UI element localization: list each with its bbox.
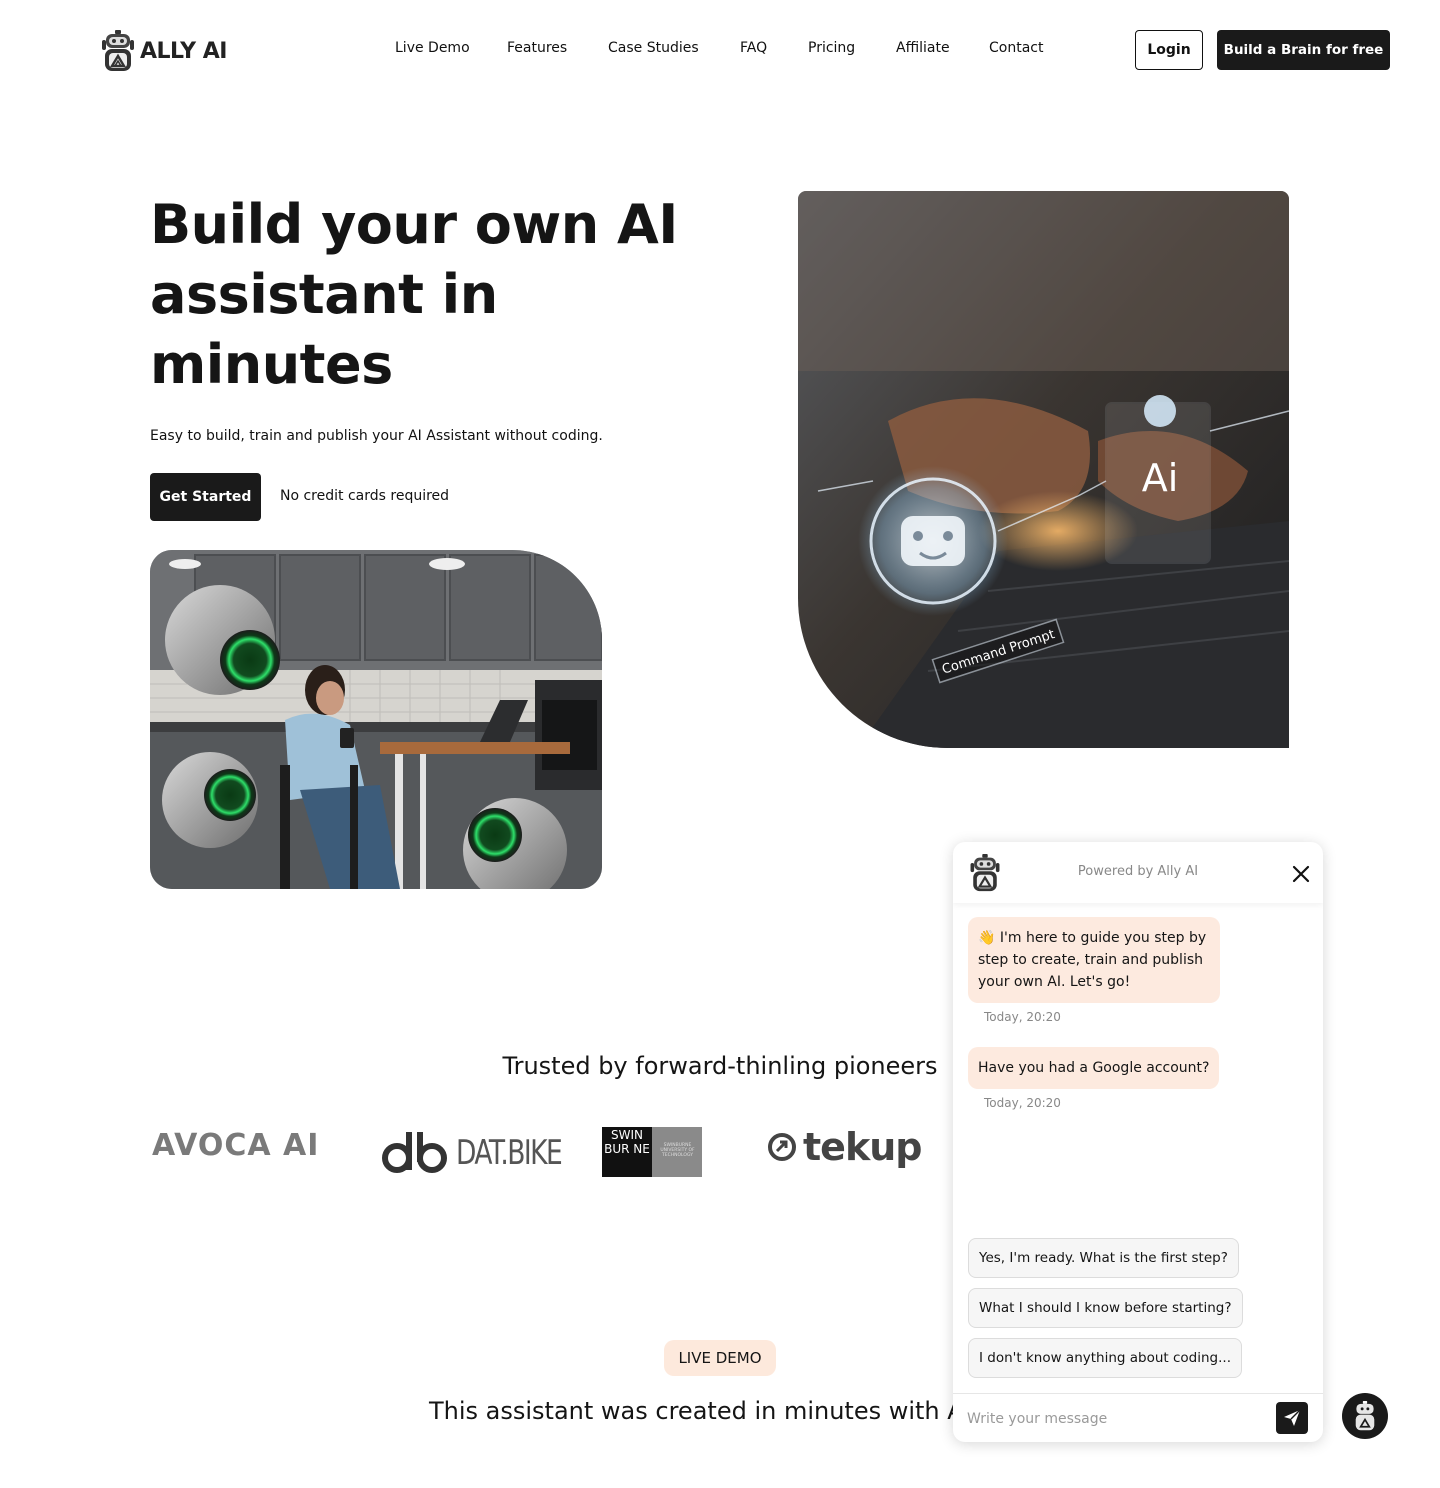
hero-title: Build your own AI assistant in minutes bbox=[150, 193, 678, 396]
chat-header: Powered by Ally AI bbox=[953, 842, 1323, 903]
partner-avoca-name: AVOCA AI bbox=[152, 1128, 320, 1163]
chat-widget: Powered by Ally AI 👋 I'm here to guide y… bbox=[953, 842, 1323, 1442]
chat-suggestion-button[interactable]: Yes, I'm ready. What is the first step? bbox=[968, 1238, 1239, 1278]
hero-kitchen-image bbox=[150, 550, 602, 889]
tekup-mark-icon bbox=[768, 1133, 796, 1161]
chat-message-time: Today, 20:20 bbox=[984, 1096, 1061, 1110]
live-demo-badge: LIVE DEMO bbox=[664, 1340, 776, 1376]
nav-faq[interactable]: FAQ bbox=[740, 40, 767, 56]
login-button[interactable]: Login bbox=[1135, 30, 1203, 70]
partner-logo-swinburne: SWIN BUR NE SWINBURNE UNIVERSITY OF TECH… bbox=[602, 1127, 702, 1177]
chat-powered-by: Powered by Ally AI bbox=[1077, 864, 1199, 879]
hero-subtitle: Easy to build, train and publish your AI… bbox=[150, 428, 603, 444]
send-button[interactable] bbox=[1276, 1402, 1308, 1434]
build-brain-button[interactable]: Build a Brain for free bbox=[1217, 30, 1390, 70]
partner-logo-avoca: AVOCA AI bbox=[152, 1128, 319, 1163]
nav-live-demo[interactable]: Live Demo bbox=[395, 40, 470, 56]
chat-bot-message: 👋 I'm here to guide you step by step to … bbox=[968, 917, 1220, 1003]
chat-suggestion-button[interactable]: What I should I know before starting? bbox=[968, 1288, 1243, 1328]
nav-affiliate[interactable]: Affiliate bbox=[896, 40, 950, 56]
robot-launcher-icon bbox=[1355, 1401, 1375, 1431]
send-icon bbox=[1284, 1409, 1301, 1426]
partner-datbike-name: DAT.BIKE bbox=[456, 1133, 563, 1173]
partner-swinburne-name: SWIN BUR NE bbox=[602, 1127, 652, 1177]
close-icon[interactable] bbox=[1291, 864, 1311, 884]
nav-contact[interactable]: Contact bbox=[989, 40, 1043, 56]
chat-bot-message: Have you had a Google account? bbox=[968, 1047, 1220, 1089]
hero-ai-laptop-image: Ai Command Prompt bbox=[798, 191, 1289, 748]
chat-launcher-button[interactable] bbox=[1342, 1393, 1388, 1439]
chat-suggestion-button[interactable]: I don't know anything about coding... bbox=[968, 1338, 1242, 1378]
svg-text:Ai: Ai bbox=[1142, 456, 1179, 500]
partner-logo-tekup: tekup bbox=[767, 1125, 922, 1169]
get-started-button[interactable]: Get Started bbox=[150, 473, 261, 521]
partner-swinburne-subtext: SWINBURNE UNIVERSITY OF TECHNOLOGY bbox=[652, 1127, 702, 1177]
partner-tekup-name: tekup bbox=[803, 1125, 922, 1169]
nav-pricing[interactable]: Pricing bbox=[808, 40, 855, 56]
nav-features[interactable]: Features bbox=[507, 40, 567, 56]
chat-message-time: Today, 20:20 bbox=[984, 1010, 1061, 1024]
no-credit-card-note: No credit cards required bbox=[280, 488, 450, 504]
live-demo-subtitle: This assistant was created in minutes wi… bbox=[429, 1397, 964, 1425]
partner-logo-datbike: DAT.BIKE bbox=[382, 1130, 591, 1176]
nav-case-studies[interactable]: Case Studies bbox=[608, 40, 699, 56]
datbike-mark-icon bbox=[382, 1132, 447, 1173]
chat-message-input[interactable] bbox=[967, 1404, 1267, 1434]
chat-input-row bbox=[953, 1393, 1323, 1442]
